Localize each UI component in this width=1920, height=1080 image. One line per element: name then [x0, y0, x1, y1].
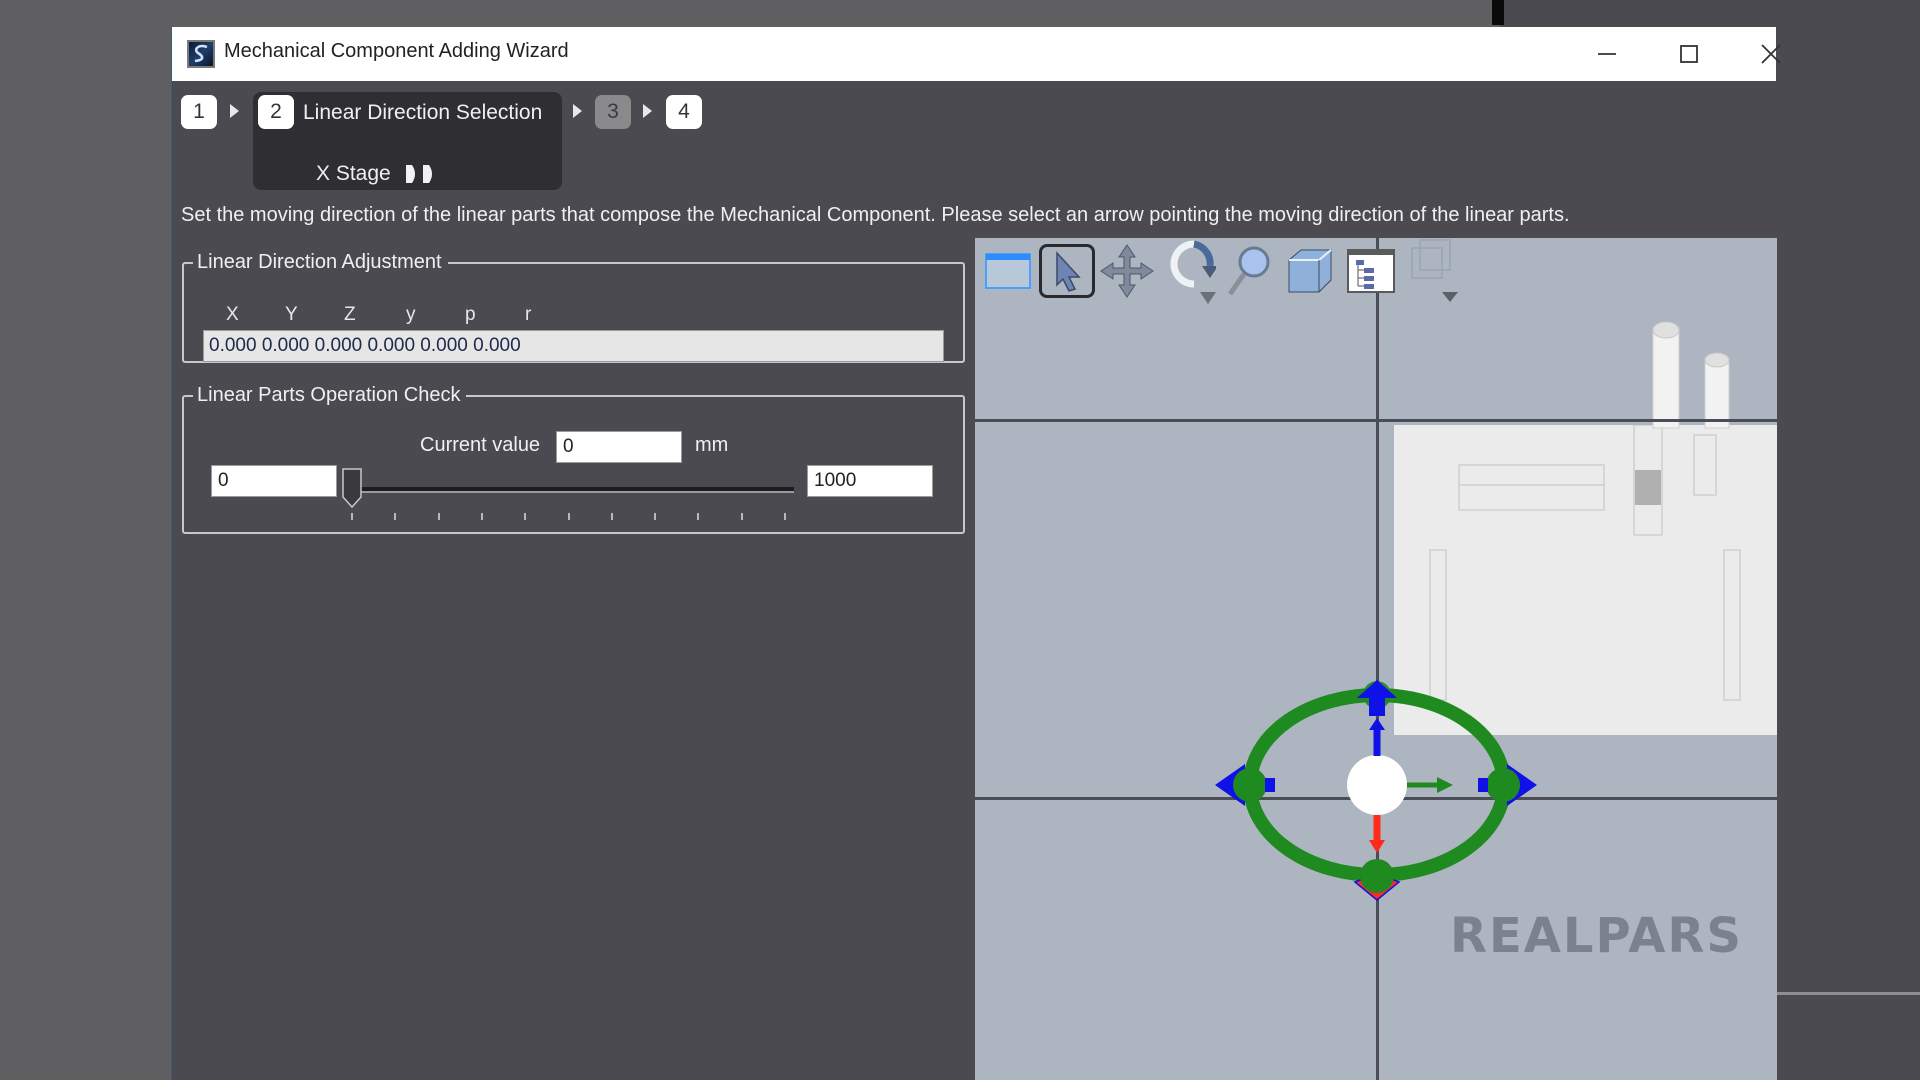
slider-track[interactable] [351, 487, 794, 493]
slider-tick [610, 513, 613, 520]
window-view-button[interactable] [980, 244, 1036, 298]
right-handle[interactable] [1478, 764, 1537, 806]
instruction-text: Set the moving direction of the linear p… [181, 204, 1570, 226]
slider-tick [740, 513, 743, 520]
window-title: Mechanical Component Adding Wizard [224, 40, 569, 62]
slider-tick [784, 513, 786, 520]
3d-viewport[interactable]: REALPARS [975, 238, 1777, 1080]
tree-list-icon [1347, 249, 1395, 293]
left-handle[interactable] [1215, 764, 1275, 806]
step-1-button[interactable]: 1 [181, 95, 217, 129]
title-bar[interactable]: Mechanical Component Adding Wizard [172, 27, 1781, 81]
direction-gizmo[interactable] [1205, 668, 1545, 908]
slider-tick [437, 513, 440, 520]
tree-view-button[interactable] [1343, 244, 1399, 298]
position-slider[interactable] [341, 465, 794, 525]
group-legend: Linear Direction Adjustment [197, 251, 442, 273]
rotate-icon [1170, 240, 1216, 304]
watermark-logo: REALPARS [1450, 908, 1743, 964]
axis-label-pitch: p [465, 304, 476, 325]
close-icon [1761, 44, 1781, 64]
cursor-arrow-icon [1056, 251, 1081, 292]
current-value-label: Current value [420, 434, 541, 456]
linear-parts-operation-check-group: Linear Parts Operation Check Current val… [182, 384, 965, 534]
cube-icon [1288, 249, 1332, 293]
rotate-tool-button[interactable] [1160, 240, 1216, 304]
slider-tick [567, 513, 570, 520]
min-value-input[interactable]: 0 [211, 465, 337, 497]
close-button[interactable] [1731, 27, 1811, 81]
slider-tick [480, 513, 483, 520]
step-3-button: 3 [595, 95, 631, 129]
slider-tick [697, 513, 700, 520]
background-edge [1492, 0, 1504, 25]
slider-tick [654, 513, 657, 520]
step-arrow-icon [643, 104, 652, 118]
bounding-box-icon [1411, 239, 1458, 302]
step-arrow-icon [230, 104, 239, 118]
step-4-button[interactable]: 4 [666, 95, 702, 129]
unit-label: mm [695, 434, 729, 456]
group-legend: Linear Parts Operation Check [197, 384, 461, 406]
wizard-window: Mechanical Component Adding Wizard 1 2 L… [171, 27, 1781, 1080]
step-arrow-icon [573, 104, 582, 118]
x-axis-arrow[interactable] [1407, 777, 1453, 793]
minimize-icon [1598, 53, 1616, 55]
slider-tick [394, 513, 397, 520]
zoom-tool-button[interactable] [1221, 244, 1277, 298]
select-tool-button[interactable] [1039, 244, 1095, 298]
3d-view-button[interactable] [1282, 244, 1338, 298]
pan-tool-button[interactable] [1099, 244, 1155, 298]
window-icon [985, 253, 1031, 289]
axis-label-roll: r [525, 304, 532, 325]
slider-tick [524, 513, 527, 520]
app-logo-icon [187, 40, 215, 68]
background-divider [1776, 992, 1920, 995]
fit-view-button[interactable] [1404, 239, 1460, 302]
axis-label-x: X [226, 304, 239, 325]
slider-tick [351, 513, 353, 520]
magnifier-icon [1227, 246, 1270, 296]
grid-line [1376, 238, 1379, 1080]
bottom-handle[interactable] [1360, 859, 1394, 893]
axis-label-yaw: y [406, 304, 416, 325]
direction-coords-field[interactable]: 0.000 0.000 0.000 0.000 0.000 0.000 [203, 330, 944, 362]
axis-label-y: Y [285, 304, 298, 325]
play-next-icon[interactable] [404, 163, 438, 185]
maximize-button[interactable] [1649, 27, 1729, 81]
slider-thumb[interactable] [341, 467, 363, 509]
axis-label-z: Z [344, 304, 356, 325]
step-2-button[interactable]: 2 [258, 95, 294, 129]
step-2-label: Linear Direction Selection [303, 101, 543, 124]
move-arrows-icon [1100, 244, 1154, 298]
max-value-input[interactable]: 1000 [807, 465, 933, 497]
minimize-button[interactable] [1567, 27, 1647, 81]
stage-label: X Stage [316, 162, 391, 185]
current-value-input[interactable]: 0 [556, 431, 682, 463]
maximize-icon [1680, 45, 1698, 63]
linear-direction-adjustment-group: Linear Direction Adjustment X Y Z y p r … [182, 251, 965, 363]
